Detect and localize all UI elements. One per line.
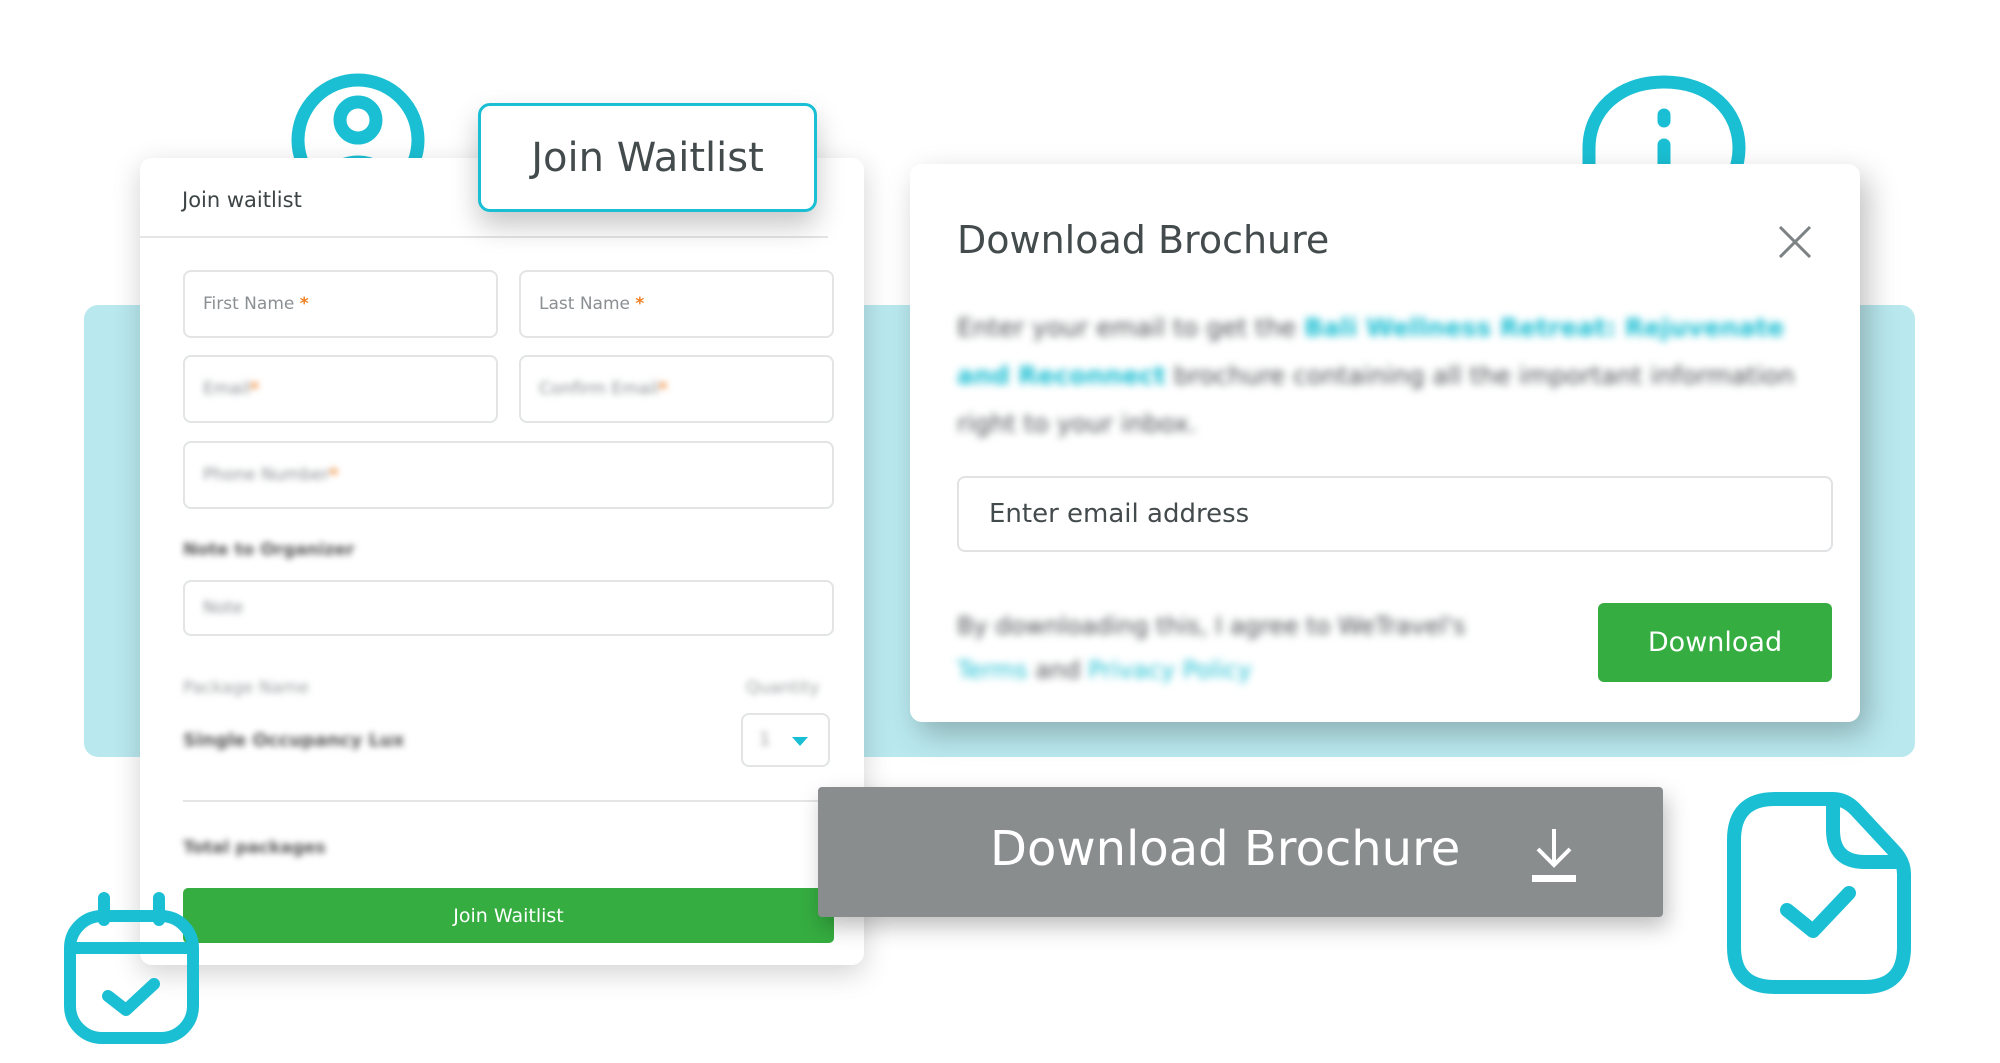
confirm-email-field[interactable]: Confirm Email*: [519, 355, 834, 423]
download-brochure-modal: Download Brochure Enter your email to ge…: [910, 164, 1860, 722]
description-prefix: Enter your email to get the: [957, 313, 1305, 342]
first-name-field[interactable]: First Name *: [183, 270, 498, 338]
package-name-header: Package Name: [183, 678, 310, 698]
email-address-input[interactable]: Enter email address: [957, 476, 1833, 552]
required-mark: *: [635, 294, 645, 314]
email-address-placeholder: Enter email address: [989, 499, 1250, 529]
download-brochure-bar-label: Download Brochure: [990, 821, 1461, 877]
package-name: Single Occupancy Lux: [183, 730, 405, 751]
note-field[interactable]: Note: [183, 580, 834, 636]
required-mark: *: [250, 379, 260, 399]
download-icon: [1530, 827, 1578, 883]
note-to-organizer-label: Note to Organizer: [183, 540, 355, 560]
section-divider: [183, 800, 834, 802]
first-name-label: First Name: [203, 294, 295, 314]
phone-number-field[interactable]: Phone Number*: [183, 441, 834, 509]
consent-prefix: By downloading this, I agree to WeTravel…: [957, 612, 1466, 640]
quantity-value: 1: [759, 729, 771, 750]
quantity-select[interactable]: 1: [741, 713, 830, 767]
consent-text: By downloading this, I agree to WeTravel…: [957, 604, 1477, 692]
required-mark: *: [329, 465, 339, 485]
privacy-policy-link[interactable]: Privacy Policy: [1088, 656, 1252, 684]
last-name-label: Last Name: [539, 294, 630, 314]
consent-and: and: [1027, 656, 1089, 684]
waitlist-form-heading: Join waitlist: [182, 188, 302, 212]
required-mark: *: [299, 294, 309, 314]
join-waitlist-callout-button[interactable]: Join Waitlist: [478, 103, 817, 212]
calendar-check-icon: [62, 892, 201, 1045]
waitlist-form-card: Join waitlist First Name * Last Name * E…: [140, 158, 864, 965]
note-placeholder: Note: [203, 598, 244, 618]
join-waitlist-submit-button[interactable]: Join Waitlist: [183, 888, 834, 943]
email-label: Email: [203, 379, 251, 399]
chevron-down-icon: [792, 737, 808, 746]
terms-link[interactable]: Terms: [957, 656, 1028, 684]
last-name-field[interactable]: Last Name *: [519, 270, 834, 338]
modal-title: Download Brochure: [957, 218, 1330, 262]
download-brochure-bar-button[interactable]: Download Brochure: [818, 787, 1663, 917]
total-packages-label: Total packages: [183, 838, 326, 858]
file-check-icon: [1725, 790, 1913, 996]
email-field[interactable]: Email*: [183, 355, 498, 423]
required-mark: *: [658, 379, 668, 399]
confirm-email-label: Confirm Email: [539, 379, 659, 399]
download-button[interactable]: Download: [1598, 603, 1832, 682]
modal-description: Enter your email to get the Bali Wellnes…: [957, 304, 1817, 448]
header-divider: [140, 236, 828, 238]
close-icon[interactable]: [1778, 226, 1812, 258]
phone-number-label: Phone Number: [203, 465, 330, 485]
quantity-header: Quantity: [746, 678, 820, 698]
